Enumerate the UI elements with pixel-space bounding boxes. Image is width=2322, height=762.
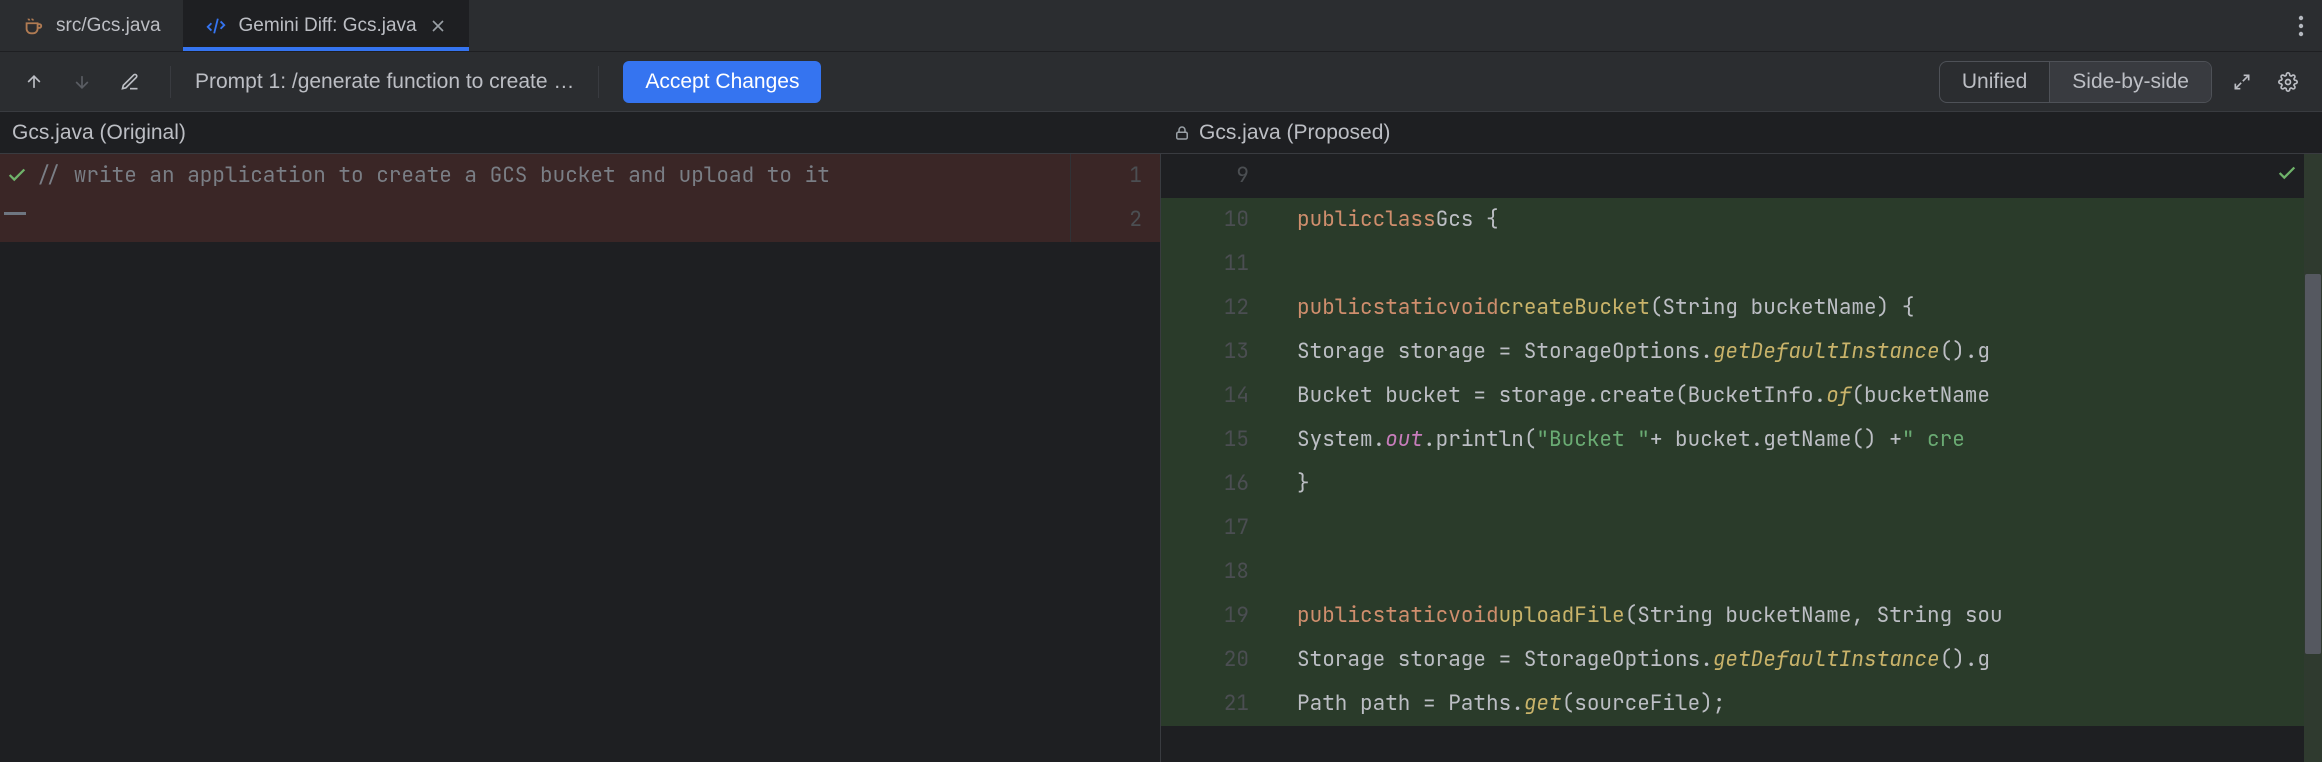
code-line[interactable]: 16 }	[1161, 462, 2322, 506]
pane-header-original: Gcs.java (Original)	[0, 112, 1161, 153]
close-icon[interactable]	[429, 17, 447, 35]
lock-icon	[1173, 124, 1191, 142]
accept-changes-button[interactable]: Accept Changes	[623, 61, 821, 103]
proposed-pane[interactable]: 910public class Gcs {1112 public static …	[1161, 154, 2322, 762]
pane-header-proposed: Gcs.java (Proposed)	[1161, 112, 2322, 153]
coffee-icon	[22, 15, 44, 37]
scrollbar[interactable]	[2304, 154, 2322, 762]
view-mode-segment: Unified Side-by-side	[1939, 61, 2212, 103]
toolbar-right: Unified Side-by-side	[1939, 61, 2304, 103]
tab-gemini-diff[interactable]: Gemini Diff: Gcs.java	[183, 0, 469, 51]
code-line[interactable]: 19 public static void uploadFile(String …	[1161, 594, 2322, 638]
code-line[interactable]: 12 public static void createBucket(Strin…	[1161, 286, 2322, 330]
pane-title-original: Gcs.java (Original)	[12, 121, 186, 145]
code-line[interactable]: 17	[1161, 506, 2322, 550]
caret-indicator	[4, 212, 26, 215]
code-line[interactable]: 11	[1161, 242, 2322, 286]
arrow-down-icon[interactable]	[66, 66, 98, 98]
tab-src-gcs[interactable]: src/Gcs.java	[0, 0, 183, 51]
separator	[170, 66, 171, 98]
scrollbar-thumb[interactable]	[2305, 274, 2321, 654]
diff-toolbar: Prompt 1: /generate function to create ……	[0, 52, 2322, 112]
arrow-up-icon[interactable]	[18, 66, 50, 98]
code-line[interactable]: 20 Storage storage = StorageOptions.getD…	[1161, 638, 2322, 682]
code-line[interactable]: 13 Storage storage = StorageOptions.getD…	[1161, 330, 2322, 374]
view-mode-unified[interactable]: Unified	[1940, 62, 2049, 102]
pane-title-proposed: Gcs.java (Proposed)	[1199, 121, 1390, 145]
original-pane[interactable]: // write an application to create a GCS …	[0, 154, 1161, 762]
code-line[interactable]: 9	[1161, 154, 2322, 198]
edit-icon[interactable]	[114, 66, 146, 98]
tab-bar: src/Gcs.java Gemini Diff: Gcs.java	[0, 0, 2322, 52]
code-line[interactable]: // write an application to create a GCS …	[0, 154, 1160, 198]
view-mode-side-by-side[interactable]: Side-by-side	[2049, 62, 2211, 102]
pane-headers: Gcs.java (Original) Gcs.java (Proposed)	[0, 112, 2322, 154]
prompt-label: Prompt 1: /generate function to create …	[195, 70, 574, 94]
check-icon	[6, 164, 28, 186]
more-icon[interactable]	[2280, 15, 2322, 37]
code-line[interactable]: 18	[1161, 550, 2322, 594]
code-line[interactable]: 21 Path path = Paths.get(sourceFile);	[1161, 682, 2322, 726]
separator	[598, 66, 599, 98]
expand-icon[interactable]	[2226, 66, 2258, 98]
code-line[interactable]: 14 Bucket bucket = storage.create(Bucket…	[1161, 374, 2322, 418]
code-line[interactable]: 2	[0, 198, 1160, 242]
diff-body: // write an application to create a GCS …	[0, 154, 2322, 762]
diff-icon	[205, 15, 227, 37]
gear-icon[interactable]	[2272, 66, 2304, 98]
code-line[interactable]: 15 System.out.println("Bucket " + bucket…	[1161, 418, 2322, 462]
tab-label: Gemini Diff: Gcs.java	[239, 15, 417, 37]
check-icon	[2276, 162, 2298, 184]
code-line[interactable]: 10public class Gcs {	[1161, 198, 2322, 242]
tab-label: src/Gcs.java	[56, 15, 161, 37]
